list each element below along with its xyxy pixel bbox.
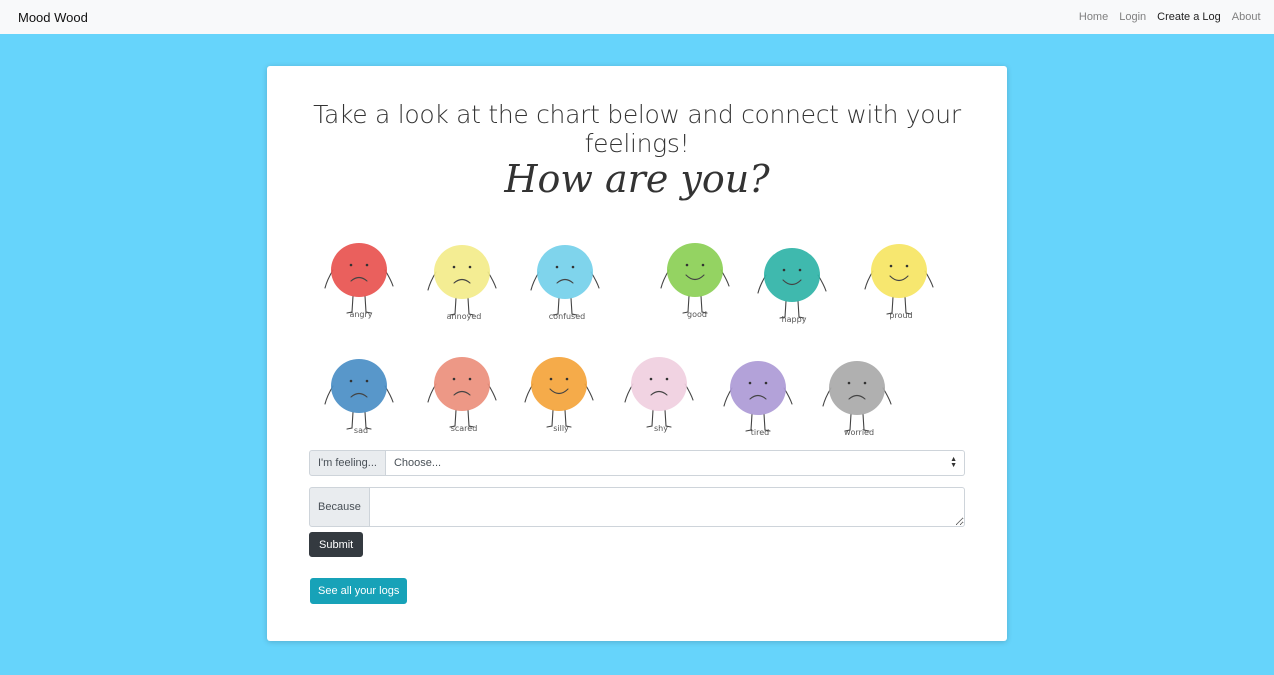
mood-leg — [546, 409, 554, 428]
mood-eye — [685, 263, 689, 267]
mood-eye — [349, 379, 353, 383]
mood-label: good — [687, 310, 707, 319]
because-label: Because — [309, 487, 370, 527]
mood-eye — [452, 265, 456, 269]
mood-eye — [764, 381, 768, 385]
mood-body — [871, 244, 927, 298]
feeling-select[interactable]: Choose... — [385, 451, 964, 475]
mood-body — [434, 357, 490, 411]
mood-label: silly — [553, 424, 569, 433]
mood-body — [667, 243, 723, 297]
mood-body — [730, 361, 786, 415]
mood-eye — [905, 264, 909, 268]
mood-label: sad — [354, 426, 368, 435]
mood-proud: proud — [864, 244, 934, 320]
mood-eye — [798, 268, 802, 272]
mood-body — [764, 248, 820, 302]
mood-eye — [701, 263, 705, 267]
nav-links: Home Login Create a Log About — [1073, 11, 1266, 23]
mood-worried: worried — [822, 361, 892, 437]
mood-body — [331, 359, 387, 413]
because-input-group: Because — [309, 487, 965, 527]
chart-title: How are you? — [503, 157, 770, 201]
nav-create-log[interactable]: Create a Log — [1152, 11, 1227, 23]
mood-label: happy — [782, 315, 807, 324]
mood-eye — [349, 263, 353, 267]
mood-happy: happy — [757, 248, 827, 324]
mood-leg — [646, 409, 654, 428]
mood-eye — [365, 379, 369, 383]
feeling-input-group: I'm feeling... Choose... ▲ ▼ — [309, 450, 965, 476]
mood-tired: tired — [723, 361, 793, 437]
mood-eye — [863, 381, 867, 385]
mood-eye — [847, 381, 851, 385]
brand-link[interactable]: Mood Wood — [18, 10, 88, 25]
mood-eye — [555, 265, 559, 269]
mood-sad: sad — [324, 359, 394, 435]
mood-body — [331, 243, 387, 297]
nav-home[interactable]: Home — [1073, 11, 1113, 23]
mood-good: good — [660, 243, 730, 319]
mood-label: proud — [889, 311, 912, 320]
nav-about[interactable]: About — [1226, 11, 1266, 23]
mood-eye — [649, 377, 653, 381]
mood-eye — [782, 268, 786, 272]
feeling-label: I'm feeling... — [309, 450, 386, 476]
mood-eye — [549, 377, 553, 381]
mood-silly: silly — [524, 357, 594, 433]
navbar: Mood Wood Home Login Create a Log About — [0, 0, 1274, 34]
mood-body — [531, 357, 587, 411]
see-all-logs-button[interactable]: See all your logs — [310, 578, 408, 604]
mood-label: angry — [349, 310, 372, 319]
mood-eye — [452, 377, 456, 381]
log-card: Take a look at the chart below and conne… — [267, 66, 1007, 641]
submit-button[interactable]: Submit — [309, 532, 364, 557]
mood-annoyed: annoyed — [427, 245, 497, 321]
because-textarea[interactable] — [369, 487, 965, 527]
mood-eye — [748, 381, 752, 385]
mood-leg — [346, 411, 354, 430]
mood-body — [829, 361, 885, 415]
mood-chart-image: How are you? angry annoyed confused good hap… — [309, 144, 965, 440]
nav-login[interactable]: Login — [1114, 11, 1152, 23]
mood-angry: angry — [324, 243, 394, 319]
mood-eye — [889, 264, 893, 268]
mood-label: worried — [844, 428, 874, 437]
mood-label: shy — [654, 424, 668, 433]
mood-eye — [571, 265, 575, 269]
mood-eye — [468, 377, 472, 381]
mood-eye — [665, 377, 669, 381]
mood-body — [537, 245, 593, 299]
mood-shy: shy — [624, 357, 694, 433]
mood-label: annoyed — [447, 312, 482, 321]
mood-eye — [565, 377, 569, 381]
mood-chart-svg: How are you? angry annoyed confused good hap… — [324, 157, 934, 437]
mood-eye — [468, 265, 472, 269]
mood-label: tired — [751, 428, 769, 437]
mood-body — [434, 245, 490, 299]
mood-scared: scared — [427, 357, 497, 433]
mood-body — [631, 357, 687, 411]
feeling-select-wrapper[interactable]: Choose... ▲ ▼ — [385, 450, 965, 476]
mood-label: scared — [451, 424, 478, 433]
mood-confused: confused — [530, 245, 600, 321]
mood-label: confused — [549, 312, 585, 321]
mood-eye — [365, 263, 369, 267]
